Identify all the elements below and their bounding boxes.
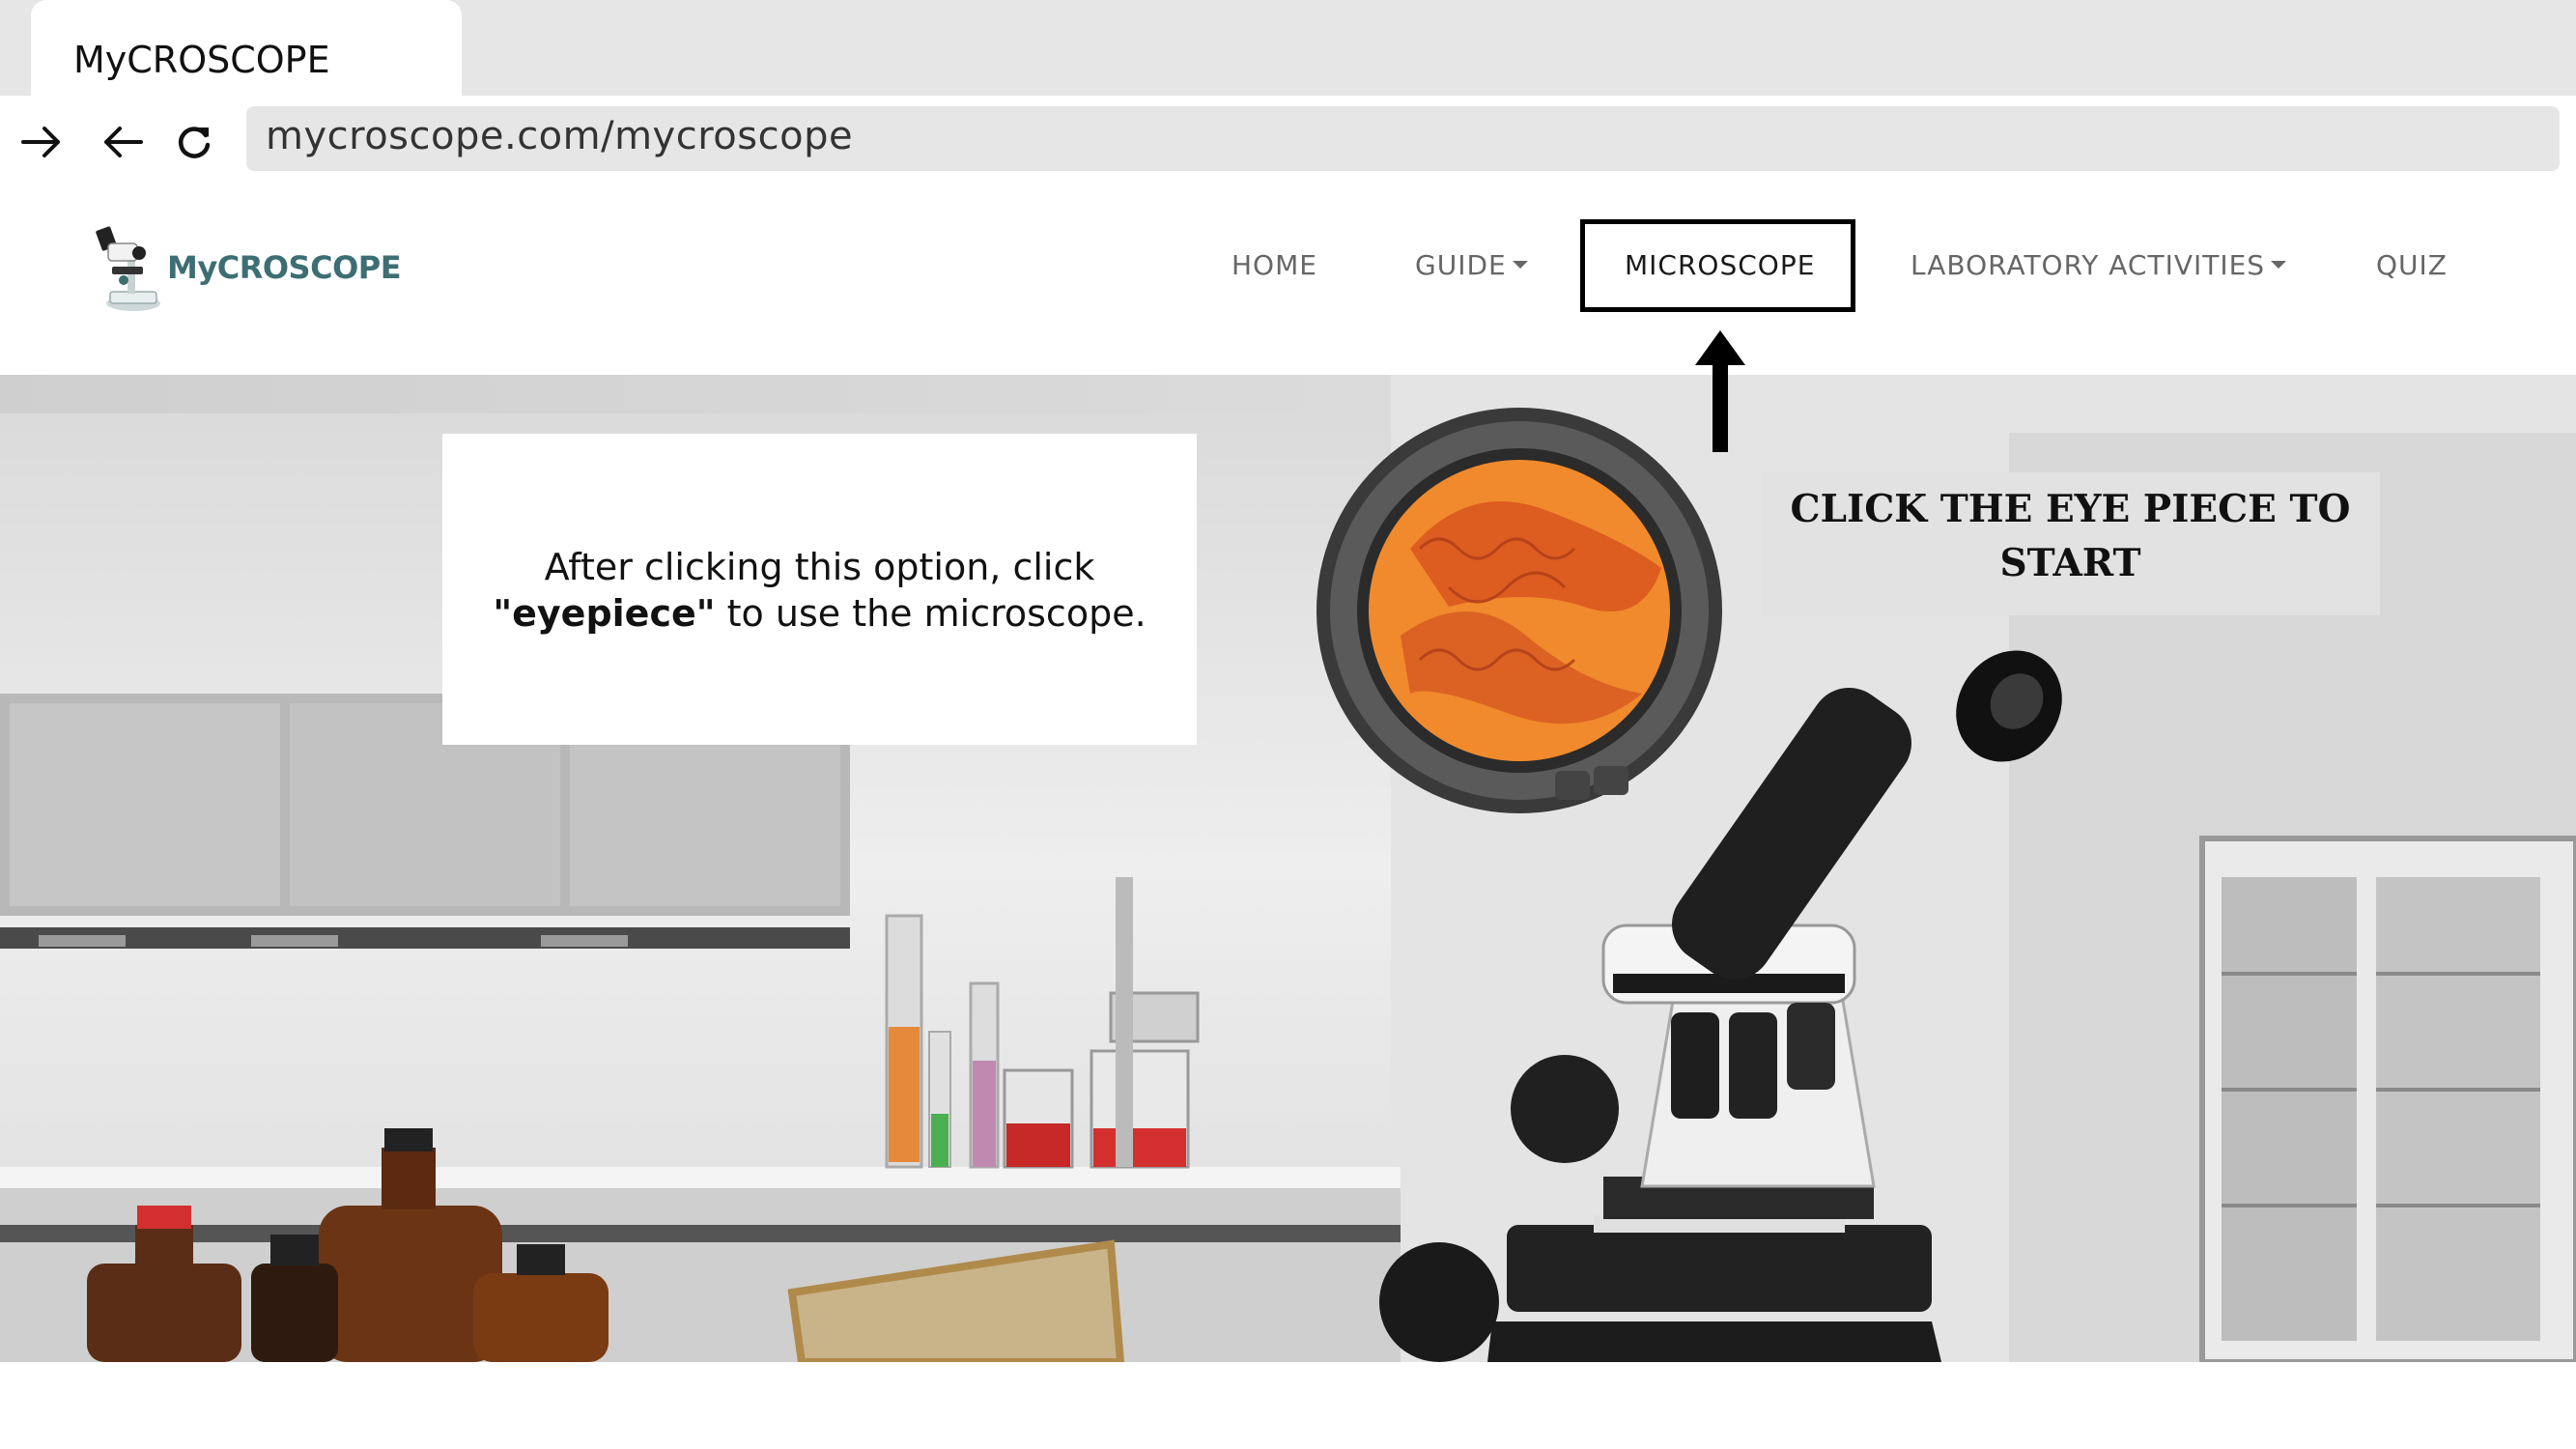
nav-quiz[interactable]: QUIZ [2376, 249, 2448, 281]
url-text: mycroscope.com/mycroscope [266, 114, 854, 158]
nav-home[interactable]: HOME [1231, 249, 1317, 281]
caret-down-icon [2271, 261, 2287, 269]
nav-lab-label: LABORATORY ACTIVITIES [1911, 249, 2266, 281]
nav-guide-label: GUIDE [1415, 249, 1507, 281]
nav-microscope[interactable]: MICROSCOPE [1625, 249, 1815, 281]
instruction-line-1: After clicking this option, click [544, 546, 1095, 588]
cta-line-2: START [1999, 541, 2141, 585]
cta-callout: CLICK THE EYE PIECE TO START [1761, 472, 2380, 615]
eyepiece-view [1316, 408, 1722, 813]
tab-title: MyCROSCOPE [73, 39, 330, 81]
nav-laboratory-activities[interactable]: LABORATORY ACTIVITIES [1911, 249, 2287, 281]
instruction-callout: After clicking this option, click "eyepi… [442, 434, 1197, 745]
caret-down-icon [1512, 261, 1528, 269]
footer-area [0, 1362, 2576, 1449]
browser-tab[interactable]: MyCROSCOPE [31, 0, 462, 96]
microscope-logo-icon[interactable] [95, 224, 168, 313]
instruction-text: After clicking this option, click "eyepi… [442, 544, 1197, 637]
up-arrow-icon [1695, 330, 1745, 452]
forward-arrow-icon[interactable] [17, 118, 66, 166]
address-bar[interactable]: mycroscope.com/mycroscope [246, 106, 2560, 171]
cta-text: CLICK THE EYE PIECE TO START [1761, 482, 2380, 590]
logo-text[interactable]: MyCROSCOPE [167, 249, 402, 286]
instruction-bold-eyepiece: "eyepiece" [493, 592, 716, 635]
instruction-line-2: to use the microscope. [715, 592, 1146, 635]
back-arrow-icon[interactable] [99, 118, 147, 166]
reload-icon[interactable] [170, 118, 218, 166]
nav-guide[interactable]: GUIDE [1415, 249, 1528, 281]
cta-line-1: CLICK THE EYE PIECE TO [1790, 487, 2351, 531]
